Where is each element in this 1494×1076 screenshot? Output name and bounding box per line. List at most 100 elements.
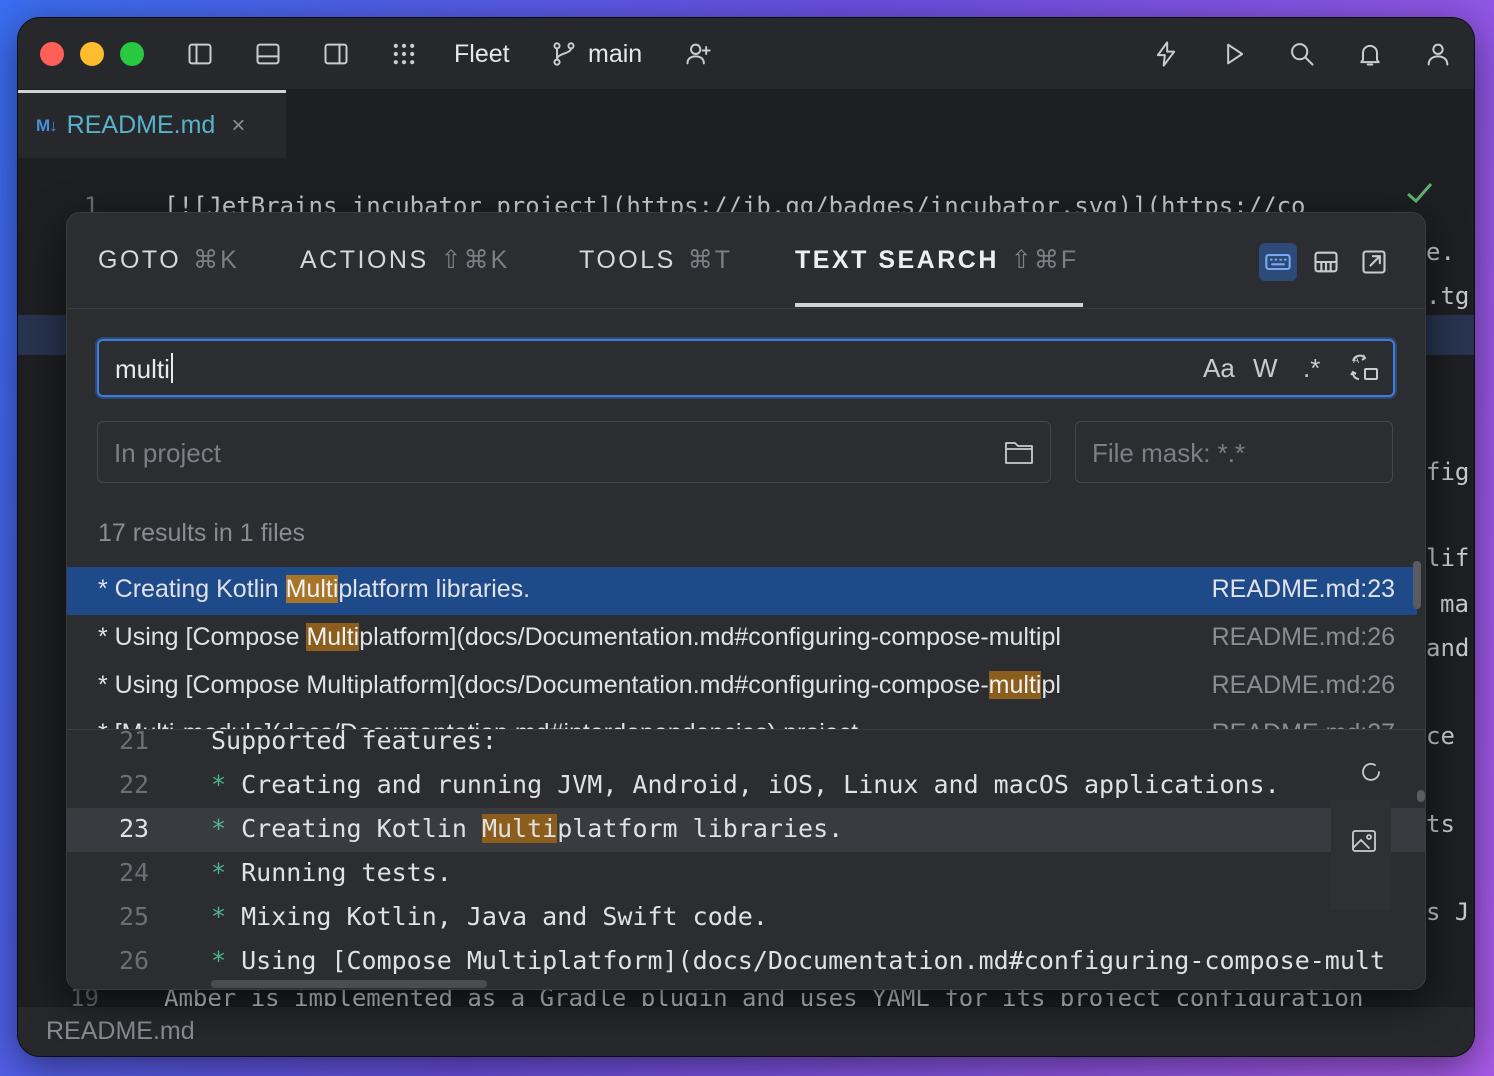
tab-label: README.md bbox=[66, 111, 216, 139]
editor-fragment: .tg bbox=[1426, 282, 1470, 310]
preview-line: 25 * Mixing Kotlin, Java and Swift code. bbox=[67, 896, 1425, 940]
editor-fragment: e. bbox=[1426, 238, 1455, 266]
whole-word-toggle[interactable]: W bbox=[1253, 353, 1278, 384]
status-file-name[interactable]: README.md bbox=[46, 1017, 195, 1046]
preview-bullet: * bbox=[211, 814, 227, 843]
account-icon[interactable] bbox=[1422, 38, 1454, 70]
preview-line-number: 22 bbox=[119, 770, 150, 799]
file-mask-placeholder: File mask: *.* bbox=[1092, 438, 1246, 468]
preview-line: 21 Supported features: bbox=[67, 720, 1425, 764]
tab-actions[interactable]: ACTIONS ⇧⌘K bbox=[300, 245, 509, 275]
tab-goto-label: GOTO bbox=[98, 246, 182, 274]
result-row[interactable]: * Creating Kotlin Multiplatform librarie… bbox=[67, 567, 1417, 615]
preview-bullet: * bbox=[211, 946, 227, 975]
tab-tools-shortcut: ⌘T bbox=[687, 246, 733, 274]
tab-tools-label: TOOLS bbox=[579, 246, 676, 274]
preview-horizontal-scrollbar[interactable] bbox=[211, 980, 487, 988]
run-icon[interactable] bbox=[1218, 38, 1250, 70]
tab-text-search-label: TEXT SEARCH bbox=[795, 246, 999, 274]
tab-readme[interactable]: M↓ README.md × bbox=[18, 90, 286, 158]
result-preview[interactable]: 21 Supported features: 22 * Creating and… bbox=[67, 726, 1425, 989]
preview-line-current: 23 * Creating Kotlin Multiplatform libra… bbox=[67, 808, 1425, 852]
preview-code: * Running tests. bbox=[211, 858, 452, 887]
results-scrollbar[interactable] bbox=[1413, 561, 1421, 609]
regex-toggle[interactable]: .* bbox=[1303, 353, 1320, 384]
results-list[interactable]: * Creating Kotlin Multiplatform librarie… bbox=[67, 567, 1425, 729]
scope-placeholder: In project bbox=[114, 438, 221, 468]
preview-bullet: * bbox=[211, 770, 227, 799]
lightning-icon[interactable] bbox=[1150, 38, 1182, 70]
reload-icon[interactable] bbox=[1357, 758, 1385, 786]
preview-line-number: 23 bbox=[119, 814, 150, 843]
preview-code-text: Using [Compose Multiplatform](docs/Docum… bbox=[226, 946, 1386, 975]
title-bar: Fleet main bbox=[18, 18, 1474, 90]
editor-fragment: s J bbox=[1426, 898, 1470, 926]
preview-line: 24 * Running tests. bbox=[67, 852, 1425, 896]
preview-match: Multi bbox=[481, 814, 558, 843]
editor-fragment: ts bbox=[1426, 810, 1455, 838]
editor-fragment: and bbox=[1426, 634, 1470, 662]
result-file-location: README.md:26 bbox=[1211, 623, 1395, 651]
tab-goto-shortcut: ⌘K bbox=[193, 246, 239, 274]
no-problems-check-icon bbox=[1404, 178, 1434, 208]
notifications-bell-icon[interactable] bbox=[1354, 38, 1386, 70]
result-text: * Using [Compose Multiplatform](docs/Doc… bbox=[98, 671, 1194, 700]
result-text: * Creating Kotlin Multiplatform librarie… bbox=[98, 575, 1194, 604]
tab-goto[interactable]: GOTO ⌘K bbox=[98, 245, 239, 275]
preview-code-text: Creating and running JVM, Android, iOS, … bbox=[226, 770, 1280, 799]
replace-mode-icon[interactable]: A bbox=[1349, 351, 1381, 390]
panel-mode-icon[interactable] bbox=[1307, 243, 1345, 281]
search-scope-field[interactable]: In project bbox=[97, 421, 1051, 483]
result-row[interactable]: * Using [Compose Multiplatform](docs/Doc… bbox=[67, 663, 1417, 711]
active-tab-indicator bbox=[795, 303, 1083, 307]
toggle-bottom-panel-icon[interactable] bbox=[252, 38, 284, 70]
fleet-window: Fleet main M↓ README.md × 1 [![JetBrains… bbox=[18, 18, 1474, 1056]
workspace-name[interactable]: Fleet bbox=[454, 38, 510, 70]
editor-fragment: lif bbox=[1426, 544, 1470, 572]
preview-line-number: 26 bbox=[119, 946, 150, 975]
preview-line-number: 24 bbox=[119, 858, 150, 887]
tab-text-search[interactable]: TEXT SEARCH ⇧⌘F bbox=[795, 245, 1078, 275]
add-collaborator-icon[interactable] bbox=[682, 38, 714, 70]
close-window-button[interactable] bbox=[40, 42, 64, 66]
search-icon[interactable] bbox=[1286, 38, 1318, 70]
tab-actions-label: ACTIONS bbox=[300, 246, 429, 274]
preview-code: * Creating Kotlin Multiplatform librarie… bbox=[211, 814, 843, 843]
file-mask-field[interactable]: File mask: *.* bbox=[1075, 421, 1393, 483]
preview-scrollbar[interactable] bbox=[1417, 790, 1425, 802]
toggle-right-panel-icon[interactable] bbox=[320, 38, 352, 70]
preview-line: 26 * Using [Compose Multiplatform](docs/… bbox=[67, 940, 1425, 984]
minimize-window-button[interactable] bbox=[80, 42, 104, 66]
editor-fragment: ce bbox=[1426, 722, 1455, 750]
editor-fragment: ma bbox=[1440, 590, 1469, 618]
preview-bullet: * bbox=[211, 858, 227, 887]
toggle-left-panel-icon[interactable] bbox=[184, 38, 216, 70]
preview-code-text: Supported features: bbox=[211, 726, 497, 755]
image-preview-icon[interactable] bbox=[1349, 826, 1379, 856]
zoom-window-button[interactable] bbox=[120, 42, 144, 66]
result-text-after: platform libraries. bbox=[338, 575, 531, 603]
editor-current-line-band bbox=[18, 315, 66, 355]
result-file-location: README.md:23 bbox=[1211, 575, 1395, 603]
apps-grid-icon[interactable] bbox=[388, 38, 420, 70]
result-text-before: * Using [Compose bbox=[98, 623, 307, 651]
preview-bullet: * bbox=[211, 902, 227, 931]
editor-tab-bar: M↓ README.md × bbox=[18, 90, 1474, 158]
editor-current-line-band-right bbox=[1424, 315, 1474, 355]
editor-fragment: fig bbox=[1426, 458, 1470, 486]
open-in-window-icon[interactable] bbox=[1355, 243, 1393, 281]
folder-icon[interactable] bbox=[1004, 438, 1034, 466]
preview-code: * Creating and running JVM, Android, iOS… bbox=[211, 770, 1280, 799]
git-branch-name[interactable]: main bbox=[588, 38, 642, 70]
close-tab-icon[interactable]: × bbox=[231, 112, 245, 140]
tab-tools[interactable]: TOOLS ⌘T bbox=[579, 245, 732, 275]
preview-code-after: platform libraries. bbox=[557, 814, 844, 843]
result-row[interactable]: * Using [Compose Multiplatform](docs/Doc… bbox=[67, 615, 1417, 663]
markdown-file-icon: M↓ bbox=[36, 115, 58, 135]
keyboard-mode-icon[interactable] bbox=[1259, 243, 1297, 281]
match-case-toggle[interactable]: Aa bbox=[1203, 353, 1235, 384]
result-text-before: * Using [Compose Multiplatform](docs/Doc… bbox=[98, 671, 989, 699]
preview-line-number: 21 bbox=[119, 726, 150, 755]
text-search-input[interactable]: multi Aa W .* A bbox=[97, 339, 1395, 397]
result-text-before: * Creating Kotlin bbox=[98, 575, 286, 603]
